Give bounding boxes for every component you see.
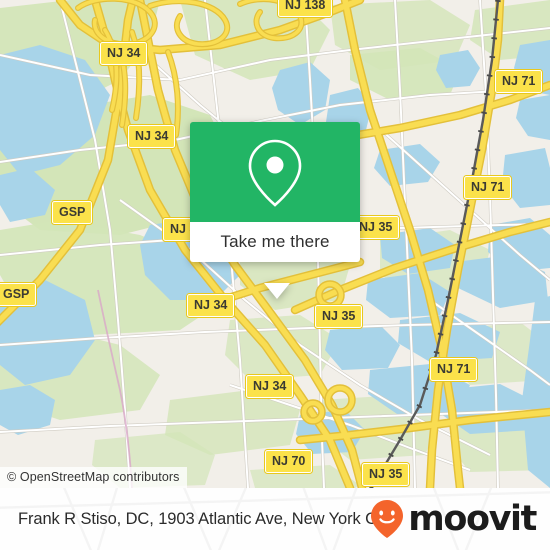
popup-action-button[interactable]: Take me there: [190, 222, 360, 262]
road-shield: NJ 34: [98, 41, 149, 66]
popup-action-label: Take me there: [220, 232, 330, 251]
road-shield: NJ 34: [126, 124, 177, 149]
moovit-wordmark: moovit: [408, 498, 537, 539]
road-shield: GSP: [0, 282, 38, 307]
road-shield: NJ 71: [462, 175, 513, 200]
road-shield: NJ 71: [493, 69, 544, 94]
road-shield: NJ 35: [313, 304, 364, 329]
road-shield: NJ 34: [185, 293, 236, 318]
road-shield: NJ 70: [263, 449, 314, 474]
road-shield: NJ 34: [244, 374, 295, 399]
road-shield: GSP: [50, 200, 94, 225]
moovit-pin-smiley-icon: [371, 500, 404, 538]
osm-attribution: © OpenStreetMap contributors: [0, 467, 187, 488]
road-shield: NJ 71: [428, 357, 479, 382]
page-title: Frank R Stiso, DC, 1903 Atlantic Ave, Ne…: [18, 509, 394, 528]
road-shield: NJ 35: [360, 462, 411, 487]
footer-bar: Frank R Stiso, DC, 1903 Atlantic Ave, Ne…: [0, 488, 550, 550]
popup-tail-pointer: [264, 283, 290, 299]
popup-header: [190, 122, 360, 222]
moovit-brand[interactable]: moovit: [370, 488, 537, 550]
location-popup-card[interactable]: Take me there: [190, 122, 360, 299]
map-screenshot: © OpenStreetMap contributors NJ 34 NJ 138…: [0, 0, 550, 550]
map-pin-icon: [248, 139, 302, 207]
road-shield: NJ 138: [276, 0, 334, 18]
